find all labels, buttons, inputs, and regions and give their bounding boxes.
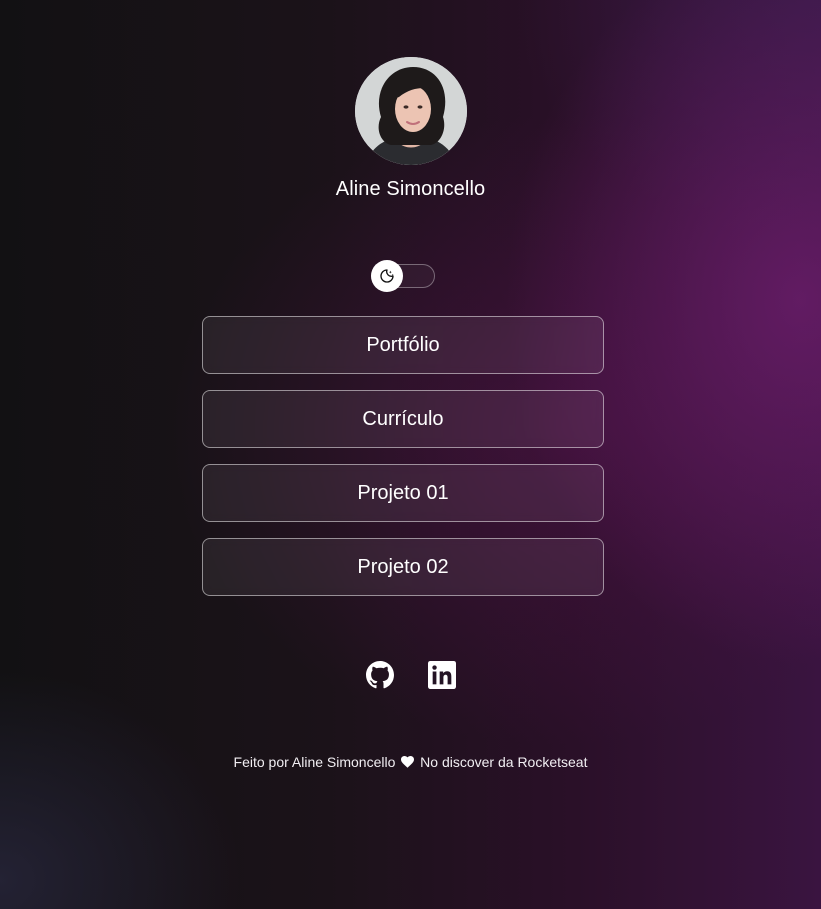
linkedin-link[interactable] — [427, 660, 457, 690]
avatar — [354, 57, 467, 165]
list-item: Portfólio — [202, 316, 604, 374]
profile-name: Aline Simoncello — [335, 178, 486, 200]
linkedin-icon — [427, 661, 456, 689]
footer-text-end: No discover da Rocketseat — [420, 754, 588, 770]
projeto-02-link[interactable]: Projeto 02 — [202, 538, 604, 596]
list-item: Projeto 01 — [202, 464, 604, 522]
page: Aline Simoncello Portfólio Currículo Pro… — [0, 0, 821, 909]
list-item: Projeto 02 — [202, 538, 604, 596]
projeto-01-link[interactable]: Projeto 01 — [202, 464, 604, 522]
social-links — [0, 660, 821, 690]
github-icon — [365, 661, 394, 689]
theme-switch-knob[interactable] — [371, 260, 403, 292]
list-item: Currículo — [202, 390, 604, 448]
footer: Feito por Aline Simoncello No discover d… — [0, 754, 821, 770]
profile: Aline Simoncello — [0, 57, 821, 201]
footer-text-start: Feito por Aline Simoncello — [233, 754, 396, 770]
portfolio-link[interactable]: Portfólio — [202, 316, 604, 374]
moon-icon — [380, 269, 394, 283]
heart-icon — [401, 756, 415, 768]
theme-switch[interactable] — [371, 260, 435, 292]
link-list: Portfólio Currículo Projeto 01 Projeto 0… — [202, 316, 604, 612]
curriculo-link[interactable]: Currículo — [202, 390, 604, 448]
github-link[interactable] — [365, 660, 395, 690]
avatar-photo — [354, 57, 467, 165]
